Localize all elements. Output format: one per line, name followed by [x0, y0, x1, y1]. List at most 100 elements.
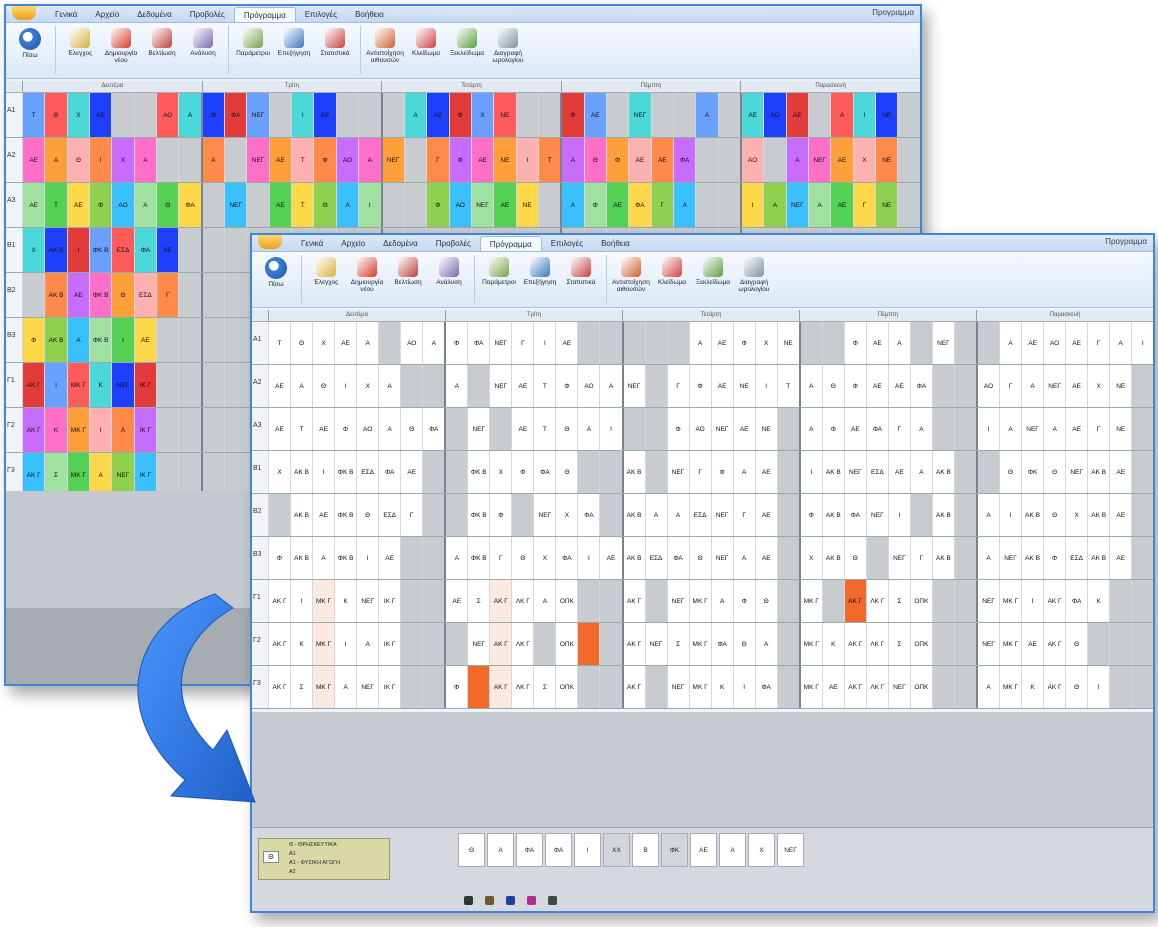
lesson-cell[interactable]: Ι	[740, 183, 764, 227]
lesson-cell[interactable]: Α	[785, 138, 809, 182]
lesson-cell[interactable]: ΑΚ Β	[821, 494, 844, 536]
lesson-cell[interactable]	[1087, 623, 1110, 665]
lesson-cell[interactable]: ΦΑ	[909, 365, 932, 407]
lesson-cell[interactable]	[268, 93, 292, 137]
lesson-cell[interactable]	[444, 408, 468, 450]
lesson-cell[interactable]: ΕΣΔ	[378, 494, 400, 536]
lesson-cell[interactable]	[717, 138, 740, 182]
lesson-cell[interactable]: Α	[644, 494, 667, 536]
lesson-cell[interactable]: ΝΕΓ	[628, 93, 651, 137]
lesson-chip[interactable]: Α	[487, 833, 514, 867]
lesson-cell[interactable]	[400, 580, 423, 622]
lesson-cell[interactable]	[422, 623, 445, 665]
lesson-chip[interactable]: ΧΧ	[603, 833, 630, 867]
lesson-cell[interactable]	[537, 93, 561, 137]
lesson-cell[interactable]	[931, 580, 954, 622]
lesson-cell[interactable]: ΦΑ	[422, 408, 444, 450]
lesson-cell[interactable]: ΝΕΓ	[887, 666, 910, 708]
lesson-cell[interactable]: ΝΕ	[732, 365, 755, 407]
lesson-cell[interactable]: Ι	[852, 93, 876, 137]
lesson-cell[interactable]: Ι	[356, 537, 378, 579]
lesson-cell[interactable]: Α	[444, 537, 467, 579]
lesson-cell[interactable]: Α	[1021, 365, 1043, 407]
lesson-cell[interactable]	[599, 322, 622, 364]
lesson-cell[interactable]: ΑΕ	[470, 138, 494, 182]
lesson-cell[interactable]: ΜΚ Γ	[688, 580, 711, 622]
lesson-cell[interactable]: ΟΠΚ	[909, 580, 932, 622]
lesson-cell[interactable]	[178, 273, 201, 317]
menu-tab[interactable]: Γενικά	[292, 236, 332, 251]
lesson-cell[interactable]: Γ	[688, 451, 711, 493]
lesson-cell[interactable]: ΝΕΓ	[976, 580, 999, 622]
lesson-cell[interactable]: ΑΚ Γ	[621, 580, 645, 622]
lesson-cell[interactable]: Φ	[334, 408, 356, 450]
lesson-cell[interactable]: Α	[178, 93, 201, 137]
lesson-cell[interactable]: Φ	[666, 408, 689, 450]
lesson-cell[interactable]: ΝΕΓ	[710, 537, 733, 579]
lesson-cell[interactable]: Α	[710, 580, 733, 622]
lesson-cell[interactable]	[422, 537, 445, 579]
lesson-cell[interactable]: ΝΕΓ	[621, 365, 645, 407]
lesson-cell[interactable]: Α	[378, 408, 400, 450]
lesson-cell[interactable]: Θ	[111, 273, 134, 317]
lesson-cell[interactable]: ΑΕ	[1021, 623, 1043, 665]
lesson-cell[interactable]	[577, 580, 600, 622]
brush-icon[interactable]	[485, 896, 494, 905]
lesson-cell[interactable]	[599, 666, 622, 708]
lesson-cell[interactable]	[599, 623, 622, 665]
lesson-cell[interactable]	[400, 537, 423, 579]
lesson-cell[interactable]: ΑΚ Β	[44, 318, 67, 362]
lesson-cell[interactable]: ΑΚ Γ	[489, 666, 512, 708]
lesson-cell[interactable]: Γ	[732, 494, 755, 536]
lesson-cell[interactable]: Κ	[1021, 666, 1043, 708]
ribbon-button[interactable]: Δημιουργία νέου	[101, 26, 141, 64]
lesson-cell[interactable]: ΜΚ Γ	[66, 363, 90, 407]
lesson-cell[interactable]	[953, 322, 976, 364]
lesson-cell[interactable]	[1109, 623, 1132, 665]
lesson-cell[interactable]	[931, 408, 954, 450]
lesson-cell[interactable]	[422, 365, 445, 407]
lesson-cell[interactable]: ΝΕΓ	[931, 322, 954, 364]
lesson-cell[interactable]	[156, 318, 179, 362]
lesson-cell[interactable]	[577, 451, 600, 493]
lesson-cell[interactable]: Σ	[887, 623, 910, 665]
lesson-cell[interactable]: ΑΕ	[754, 537, 777, 579]
lesson-cell[interactable]: ΑΚ Γ	[489, 623, 512, 665]
lesson-cell[interactable]	[1109, 666, 1132, 708]
lesson-cell[interactable]: ΑΕ	[22, 138, 45, 182]
lesson-cell[interactable]: Τ	[537, 138, 561, 182]
lesson-cell[interactable]	[422, 666, 445, 708]
lesson-cell[interactable]: Φ	[843, 322, 866, 364]
lesson-cell[interactable]	[953, 623, 976, 665]
lesson-cell[interactable]: ΑΟ	[111, 183, 134, 227]
lesson-cell[interactable]: ΑΕ	[378, 537, 400, 579]
lesson-cell[interactable]: ΝΕΓ	[1043, 365, 1065, 407]
lesson-cell[interactable]: ΛΚ Γ	[511, 623, 533, 665]
lesson-cell[interactable]: ΝΕΓ	[356, 580, 378, 622]
lesson-cell[interactable]	[776, 580, 799, 622]
lesson-cell[interactable]	[1131, 451, 1153, 493]
lesson-cell[interactable]	[953, 494, 976, 536]
lesson-cell[interactable]	[953, 666, 976, 708]
lesson-cell[interactable]: Χ	[489, 451, 511, 493]
lesson-cell[interactable]: Χ	[555, 494, 577, 536]
app-orb-icon[interactable]	[258, 235, 282, 249]
lesson-cell[interactable]: Χ	[356, 365, 378, 407]
lesson-cell[interactable]: ΑΚ Β	[931, 451, 954, 493]
lesson-chip[interactable]: ΝΕΓ	[777, 833, 804, 867]
lesson-cell[interactable]: ΦΑ	[666, 537, 689, 579]
lesson-cell[interactable]: Α	[695, 93, 718, 137]
lesson-cell[interactable]: Α	[44, 138, 67, 182]
lesson-cell[interactable]: Φ	[732, 322, 755, 364]
lesson-cell[interactable]: Γ	[489, 537, 511, 579]
menu-tab[interactable]: Επιλογές	[542, 236, 592, 251]
lesson-cell[interactable]: ΑΕ	[754, 451, 777, 493]
lesson-cell[interactable]	[200, 273, 225, 317]
lesson-cell[interactable]: ΑΕ	[22, 183, 45, 227]
lesson-cell[interactable]: Γ	[400, 494, 422, 536]
lesson-cell[interactable]: ΑΕ	[133, 318, 157, 362]
lesson-cell[interactable]	[400, 365, 423, 407]
lesson-cell[interactable]: ΑΕ	[1109, 494, 1131, 536]
lesson-cell[interactable]: ΝΕΓ	[1065, 451, 1087, 493]
lesson-cell[interactable]	[695, 138, 718, 182]
